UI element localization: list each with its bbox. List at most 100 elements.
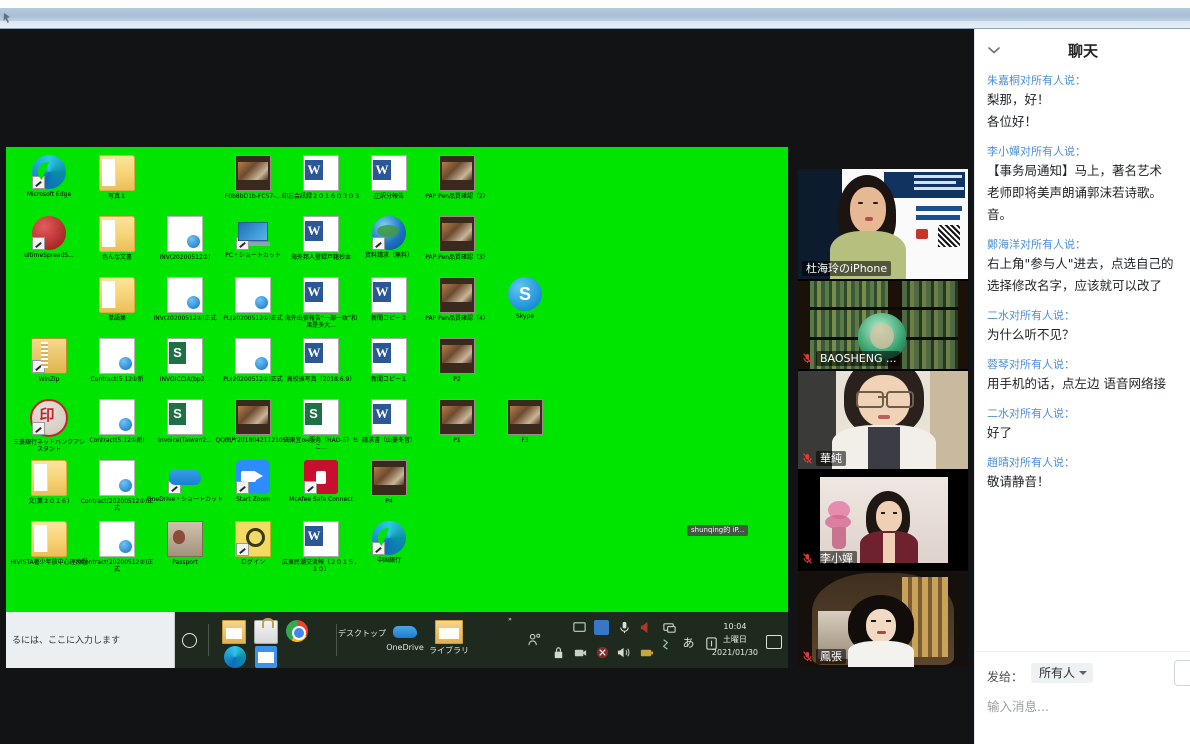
- taskbar-file-explorer-icon[interactable]: [222, 620, 246, 644]
- overflow-chevron-icon[interactable]: »: [503, 616, 517, 623]
- windows-taskbar[interactable]: るには、ここに入力します デスクトップ OneDrive ライブラリ » あ 1…: [6, 612, 788, 668]
- desktop-icon[interactable]: McAfee Safe Connect: [282, 460, 360, 503]
- desktop-icon[interactable]: OneDrive・ショートカット: [146, 460, 224, 503]
- desktop-icon-label: McAfee Safe Connect: [289, 496, 353, 503]
- chat-more-button[interactable]: [1174, 660, 1190, 686]
- desktop-icon[interactable]: P2: [418, 338, 496, 383]
- participant-thumbnail[interactable]: 鳳張: [798, 571, 968, 667]
- mute-icon[interactable]: [595, 645, 610, 660]
- desktop-icon[interactable]: INV(20200512①)正式: [146, 277, 224, 322]
- desktop-icon[interactable]: PAP Pen品質確認（2）: [418, 155, 496, 200]
- desktop-icon-label: PAP Pen品質確認（3）: [425, 254, 489, 261]
- lock-icon[interactable]: [551, 645, 566, 660]
- taskbar-chrome-icon[interactable]: [286, 620, 308, 642]
- participant-thumbnail[interactable]: 華純: [798, 371, 968, 469]
- desktop-icon[interactable]: HIVISTA著少年放中心理療程: [10, 521, 88, 566]
- taskbar-clock[interactable]: 10:04 土曜日 2021/01/30: [712, 620, 758, 659]
- desktop-icon[interactable]: PAP Pen品質確認（4）: [418, 277, 496, 322]
- camera-icon[interactable]: [573, 645, 588, 660]
- blue-square-icon[interactable]: [594, 620, 609, 635]
- screen-share-icon[interactable]: [662, 620, 677, 635]
- desktop-icon[interactable]: F3: [486, 399, 564, 444]
- desktop-icon[interactable]: Invoice(Taiwan2...: [146, 399, 224, 444]
- desktop-icon[interactable]: PAP Pen品質確認（3）: [418, 216, 496, 261]
- desktop-icon[interactable]: 圧訳分報告: [350, 155, 428, 200]
- os-top-strip: [0, 0, 1190, 8]
- desktop-icon[interactable]: 資料請求（無料）: [350, 216, 428, 259]
- desktop-icon[interactable]: Microsoft Edge: [10, 155, 88, 198]
- photo-icon: [235, 399, 271, 435]
- participant-thumbnail[interactable]: 李小嬋: [798, 471, 968, 569]
- ime-a-icon[interactable]: あ: [681, 636, 696, 651]
- desktop-icon[interactable]: Contract(20200512①)正式: [78, 460, 156, 512]
- taskbar-library-item[interactable]: ライブラリ: [428, 620, 470, 656]
- bluetooth-icon[interactable]: [658, 636, 673, 651]
- battery-icon[interactable]: [639, 645, 654, 660]
- volume-icon[interactable]: [617, 645, 632, 660]
- chat-message-list[interactable]: 朱嘉桐对所有人说： 梨那，好！ 各位好！ 李小嬋对所有人说： 【事务局通知】马上，著名艺…: [975, 73, 1190, 681]
- pdfish-icon: [99, 338, 135, 374]
- participant-thumbnail[interactable]: BAOSHENG ...: [798, 281, 968, 369]
- desktop-icon[interactable]: 文(業２０１６): [10, 460, 88, 505]
- chat-header: 聊天: [975, 29, 1190, 73]
- desktop-icon[interactable]: 中国銀行: [350, 521, 428, 564]
- desktop-icon[interactable]: PC・ショートカット: [214, 216, 292, 259]
- chat-message-sender: 二水对所有人说：: [987, 407, 1075, 420]
- taskbar-edge-icon[interactable]: [224, 646, 246, 668]
- desktop-icon[interactable]: INV(20200512①): [146, 216, 224, 261]
- notification-icon[interactable]: [766, 635, 782, 649]
- desktop-icon-label: 圧訳分報告: [373, 193, 404, 200]
- participant-filmstrip[interactable]: 杜海玲のiPhone BAOSHENG ... 華純 李小嬋 鳳張: [798, 169, 968, 667]
- shared-screen-region[interactable]: Microsoft Edge 写真１ F0b8bD1b-FC57-...印忘会訊録２…: [6, 147, 788, 668]
- desktop-icon[interactable]: 印忘会訊録２０１６０３０３: [282, 155, 360, 200]
- desktop-icon[interactable]: 新聞コピー１: [350, 338, 428, 383]
- desktop-icon[interactable]: 色んな文書: [78, 216, 156, 261]
- desktop-icon[interactable]: ultimeSpreadS...: [10, 216, 88, 259]
- taskbar-microsoft-store-icon[interactable]: [254, 618, 278, 644]
- library-folder-icon: [435, 620, 463, 644]
- desktop-icon[interactable]: Contract(5.12①新): [78, 399, 156, 444]
- desktop-icon[interactable]: 高校振写真（2018.6.9）: [282, 338, 360, 383]
- desktop-icon[interactable]: ログイン: [214, 521, 292, 566]
- folder-icon: [31, 521, 67, 557]
- desktop-icon[interactable]: QQ图片20180421121056: [214, 399, 292, 444]
- desktop-icon[interactable]: Start Zoom: [214, 460, 292, 503]
- desktop-icon[interactable]: PL(20200512①)正式: [214, 338, 292, 383]
- desktop-icon-label: 広東宜он服务（HAO-5）ちこ...: [283, 437, 359, 451]
- desktop-icon[interactable]: 海外出張報告“一部一致”和果是多大...: [282, 277, 360, 329]
- desktop-icon[interactable]: WinZip: [10, 338, 88, 383]
- desktop-icon[interactable]: F0b8bD1b-FC57-...: [214, 155, 292, 200]
- monitor-icon[interactable]: [572, 620, 587, 635]
- desktop-icon[interactable]: Skype: [486, 277, 564, 320]
- desktop-icon[interactable]: 請求書（山菱冬音）: [350, 399, 428, 444]
- desktop-icon[interactable]: 広東宜он服务（HAO-5）ちこ...: [282, 399, 360, 451]
- desktop-icon[interactable]: 海外邦人登録戸籍抄本: [282, 216, 360, 261]
- desktop-icon[interactable]: P4: [350, 460, 428, 505]
- people-icon[interactable]: [527, 632, 542, 647]
- desktop-icon[interactable]: 新聞コピー２: [350, 277, 428, 322]
- shortcut-arrow-icon: [236, 481, 249, 494]
- desktop-icon[interactable]: 三菱銀行ネットバンクアシスタント: [10, 399, 88, 453]
- desktop-icon[interactable]: 写真１: [78, 155, 156, 200]
- remote-desktop[interactable]: Microsoft Edge 写真１ F0b8bD1b-FC57-...印忘会訊録２…: [6, 147, 788, 612]
- desktop-icon[interactable]: Contract(20200512②)正式: [78, 521, 156, 573]
- desktop-icon[interactable]: 単語集: [78, 277, 156, 322]
- desktop-icon[interactable]: Contract(5.12①新: [78, 338, 156, 383]
- pdfish-icon: [235, 338, 271, 374]
- microphone-icon[interactable]: [617, 620, 632, 635]
- desktop-icon[interactable]: P1: [418, 399, 496, 444]
- taskbar-desktop-toolbar[interactable]: デスクトップ: [336, 628, 388, 639]
- chat-input-placeholder[interactable]: 输入消息...: [987, 696, 1049, 715]
- participant-thumbnail[interactable]: 杜海玲のiPhone: [798, 169, 968, 279]
- taskbar-onedrive-item[interactable]: OneDrive: [384, 620, 426, 652]
- cortana-icon[interactable]: [182, 633, 197, 648]
- desktop-icon[interactable]: 広東民潮交流報（２０１５．１０）: [282, 521, 360, 573]
- speaker-red-icon[interactable]: [639, 620, 654, 635]
- desktop-icon[interactable]: INVOICCIA(bp2...: [146, 338, 224, 383]
- desktop-icon[interactable]: Passport: [146, 521, 224, 566]
- chat-message-line: 老师即将美声朗诵郭沫若诗歌。: [987, 185, 1163, 200]
- send-to-dropdown[interactable]: 所有人: [1031, 663, 1094, 683]
- desktop-icon[interactable]: PL(20200512①)正式: [214, 277, 292, 322]
- windows-search-box[interactable]: るには、ここに入力します: [6, 612, 175, 668]
- taskbar-mail-icon[interactable]: [255, 646, 277, 668]
